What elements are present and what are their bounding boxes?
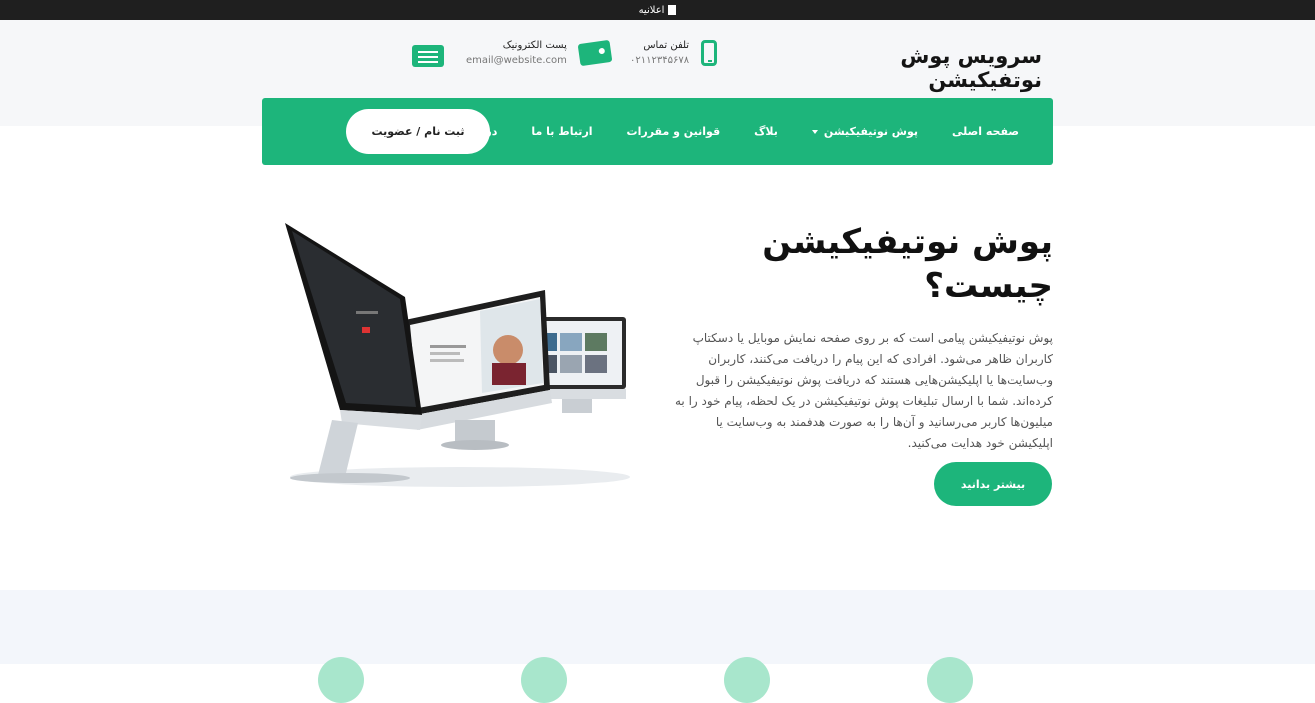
nav-home[interactable]: صفحه اصلی [952,125,1019,138]
email-contact: پست الکترونیک email@website.com [466,39,613,67]
document-icon [668,5,677,15]
monitor-middle-image [405,290,552,450]
hero-description: پوش نوتیفیکیشن پیامی است که بر روی صفحه … [675,331,1053,450]
email-value: email@website.com [466,55,567,66]
nav-contact[interactable]: ارتباط با ما [531,125,592,138]
devices-illustration [285,223,630,487]
money-envelope-icon [577,39,613,67]
nav-items: صفحه اصلی پوش نوتیفیکیشن بلاگ قوانین و م… [450,98,1019,165]
monitor-left-image [285,223,422,483]
hero-title-line2: چیست؟ [924,266,1053,306]
nav-push-label: پوش نوتیفیکیشن [823,125,918,138]
main-navbar: صفحه اصلی پوش نوتیفیکیشن بلاگ قوانین و م… [262,98,1053,165]
hero-title-line1: پوش نوتیفیکیشن [762,222,1053,262]
phone-contact: تلفن تماس ۰۲۱۱۲۳۴۵۶۷۸ [630,40,718,66]
browser-tab-bar: اعلانیه [0,0,1315,20]
nav-rules[interactable]: قوانین و مقررات [627,125,721,138]
email-title: پست الکترونیک [502,40,567,51]
phone-title: تلفن تماس [643,40,690,51]
chevron-down-icon [811,129,818,134]
site-brand[interactable]: سرویس پوش نوتفیکیشن [800,44,1042,92]
browser-tab-title[interactable]: اعلانیه [639,5,665,16]
nav-push-notification[interactable]: پوش نوتیفیکیشن [811,125,918,138]
hero-title: پوش نوتیفیکیشن چیست؟ [660,220,1053,308]
phone-value: ۰۲۱۱۲۳۴۵۶۷۸ [630,55,690,66]
mobile-phone-icon [701,40,718,66]
nav-blog[interactable]: بلاگ [754,125,778,138]
signup-button[interactable]: ثبت نام / عضویت [346,109,490,154]
features-section [0,590,1315,664]
mail-card-icon [412,45,444,67]
learn-more-button[interactable]: بیشتر بدانید [934,462,1052,506]
